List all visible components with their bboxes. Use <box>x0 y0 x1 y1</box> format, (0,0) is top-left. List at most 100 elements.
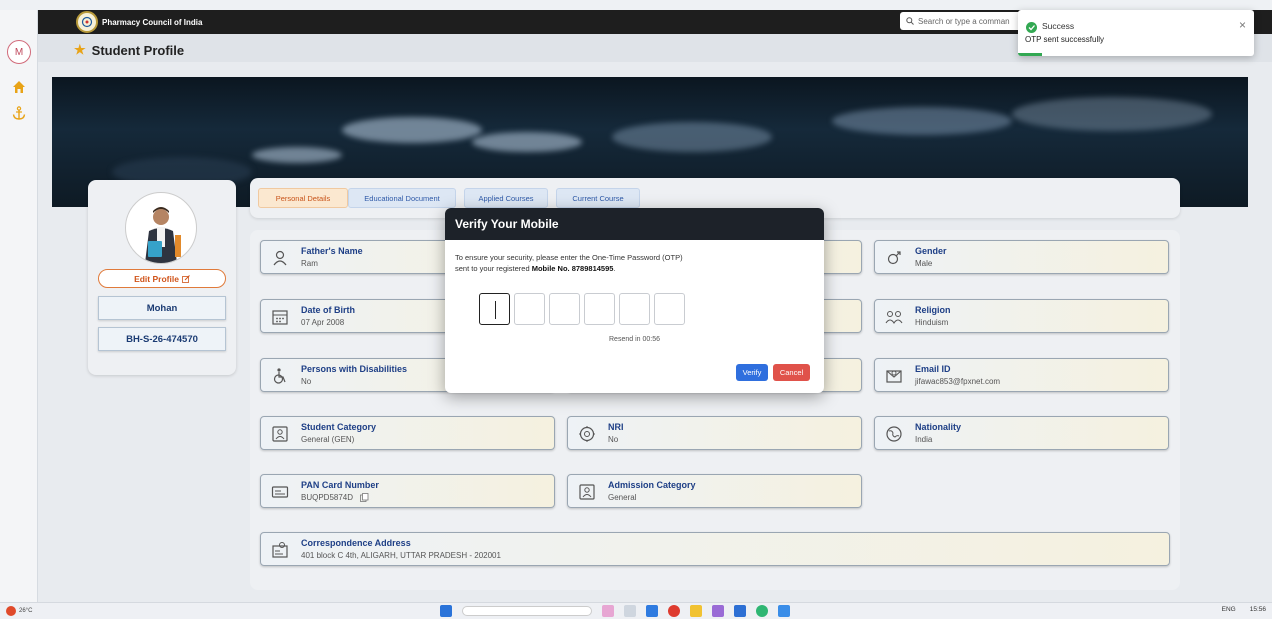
field-value: BUQPD5874D <box>301 493 369 503</box>
otp-digit-1[interactable] <box>479 293 510 325</box>
field-value: Ram <box>301 259 318 268</box>
field-gender: Gender Male <box>874 240 1169 274</box>
field-label: Father's Name <box>301 246 363 256</box>
clock[interactable]: 15:56 <box>1250 606 1266 613</box>
app-icon[interactable] <box>602 605 614 617</box>
modal-title: Verify Your Mobile <box>445 208 824 240</box>
otp-digit-2[interactable] <box>514 293 545 325</box>
otp-digit-5[interactable] <box>619 293 650 325</box>
home-icon[interactable] <box>12 80 26 94</box>
tab-educational-document[interactable]: Educational Document <box>348 188 456 208</box>
field-value: jifawac853@fpxnet.com <box>915 377 1001 386</box>
field-value: Male <box>915 259 933 268</box>
field-nri: NRI No <box>567 416 862 450</box>
field-label: Religion <box>915 305 951 315</box>
modal-description: To ensure your security, please enter th… <box>455 252 775 274</box>
app-icon[interactable] <box>778 605 790 617</box>
toast-message: OTP sent successfully <box>1025 35 1104 44</box>
tab-personal-details[interactable]: Personal Details <box>258 188 348 208</box>
global-search-input[interactable]: Search or type a comman <box>900 12 1030 30</box>
field-label: PAN Card Number <box>301 480 379 490</box>
address-icon <box>272 542 288 558</box>
tab-applied-courses[interactable]: Applied Courses <box>464 188 548 208</box>
copy-icon[interactable] <box>360 493 369 503</box>
field-value: India <box>915 435 933 444</box>
user-avatar[interactable]: M <box>7 40 31 64</box>
app-icon[interactable] <box>668 605 680 617</box>
religion-icon <box>885 311 903 324</box>
field-label: Date of Birth <box>301 305 355 315</box>
verify-mobile-modal: Verify Your Mobile To ensure your securi… <box>445 208 824 393</box>
field-religion: Religion Hinduism <box>874 299 1169 333</box>
field-value: 401 block C 4th, ALIGARH, UTTAR PRADESH … <box>301 551 501 560</box>
field-label: Email ID <box>915 364 951 374</box>
otp-digit-4[interactable] <box>584 293 615 325</box>
left-sidebar: M <box>0 10 38 602</box>
field-admission-category: Admission Category General <box>567 474 862 508</box>
system-tray: ENG 15:56 <box>1222 606 1266 613</box>
success-toast: Success OTP sent successfully × <box>1018 10 1254 56</box>
windows-start-icon[interactable] <box>440 605 452 617</box>
registration-id: BH-S-26-474570 <box>98 327 226 351</box>
field-label: Correspondence Address <box>301 538 411 548</box>
anchor-icon[interactable] <box>12 106 26 120</box>
app-icon[interactable] <box>734 605 746 617</box>
search-icon <box>906 17 914 25</box>
weather-icon <box>6 606 16 616</box>
verify-button[interactable]: Verify <box>736 364 768 381</box>
app-icon[interactable] <box>624 605 636 617</box>
modal-text-line1: To ensure your security, please enter th… <box>455 253 683 262</box>
field-label: Admission Category <box>608 480 696 490</box>
language-indicator[interactable]: ENG <box>1222 606 1236 613</box>
edit-icon <box>182 274 190 283</box>
resend-timer: Resend in 00:56 <box>609 336 660 343</box>
id-card-icon <box>579 484 595 500</box>
browser-top-strip <box>0 0 1272 10</box>
field-label: Nationality <box>915 422 962 432</box>
otp-digit-3[interactable] <box>549 293 580 325</box>
os-taskbar: 26°C ENG 15:56 <box>0 602 1272 619</box>
field-value: Hinduism <box>915 318 949 327</box>
close-icon[interactable]: × <box>1239 18 1246 32</box>
pan-value: BUQPD5874D <box>301 493 354 502</box>
field-value: 07 Apr 2008 <box>301 318 345 327</box>
modal-text-line2: sent to your registered Mobile No. 87898… <box>455 263 775 274</box>
toast-title: Success <box>1042 21 1075 31</box>
tab-current-course[interactable]: Current Course <box>556 188 640 208</box>
app-icon[interactable] <box>646 605 658 617</box>
field-email: Email ID jifawac853@fpxnet.com <box>874 358 1169 392</box>
otp-digit-6[interactable] <box>654 293 685 325</box>
emblem-icon <box>76 11 98 33</box>
weather-widget[interactable]: 26°C <box>6 606 32 616</box>
star-icon: ★ <box>74 42 86 57</box>
field-value: No <box>301 377 312 386</box>
field-value: General <box>608 493 637 502</box>
temperature: 26°C <box>19 608 33 614</box>
field-value: No <box>608 435 619 444</box>
calendar-icon <box>272 310 288 325</box>
field-student-category: Student Category General (GEN) <box>260 416 555 450</box>
app-icon[interactable] <box>756 605 768 617</box>
mobile-number: Mobile No. 8789814595 <box>531 264 614 273</box>
field-correspondence-address: Correspondence Address 401 block C 4th, … <box>260 532 1170 566</box>
gender-icon <box>887 251 901 265</box>
wheelchair-icon <box>273 368 286 384</box>
folder-icon[interactable] <box>690 605 702 617</box>
field-label: NRI <box>608 422 624 432</box>
edit-profile-label: Edit Profile <box>134 273 179 284</box>
check-circle-icon <box>1026 22 1037 33</box>
taskbar-search[interactable] <box>462 606 592 616</box>
id-card-icon <box>272 426 288 442</box>
app-icon[interactable] <box>712 605 724 617</box>
card-icon <box>271 486 289 498</box>
field-value: General (GEN) <box>301 435 355 444</box>
otp-input-row <box>479 293 685 325</box>
profile-card: Edit Profile Mohan BH-S-26-474570 <box>88 180 236 375</box>
student-photo-icon <box>145 207 181 263</box>
field-label: Gender <box>915 246 947 256</box>
cancel-button[interactable]: Cancel <box>773 364 810 381</box>
org-logo[interactable]: Pharmacy Council of India <box>76 10 202 34</box>
globe-icon <box>886 426 902 442</box>
edit-profile-button[interactable]: Edit Profile <box>98 269 226 288</box>
profile-photo <box>125 192 197 264</box>
